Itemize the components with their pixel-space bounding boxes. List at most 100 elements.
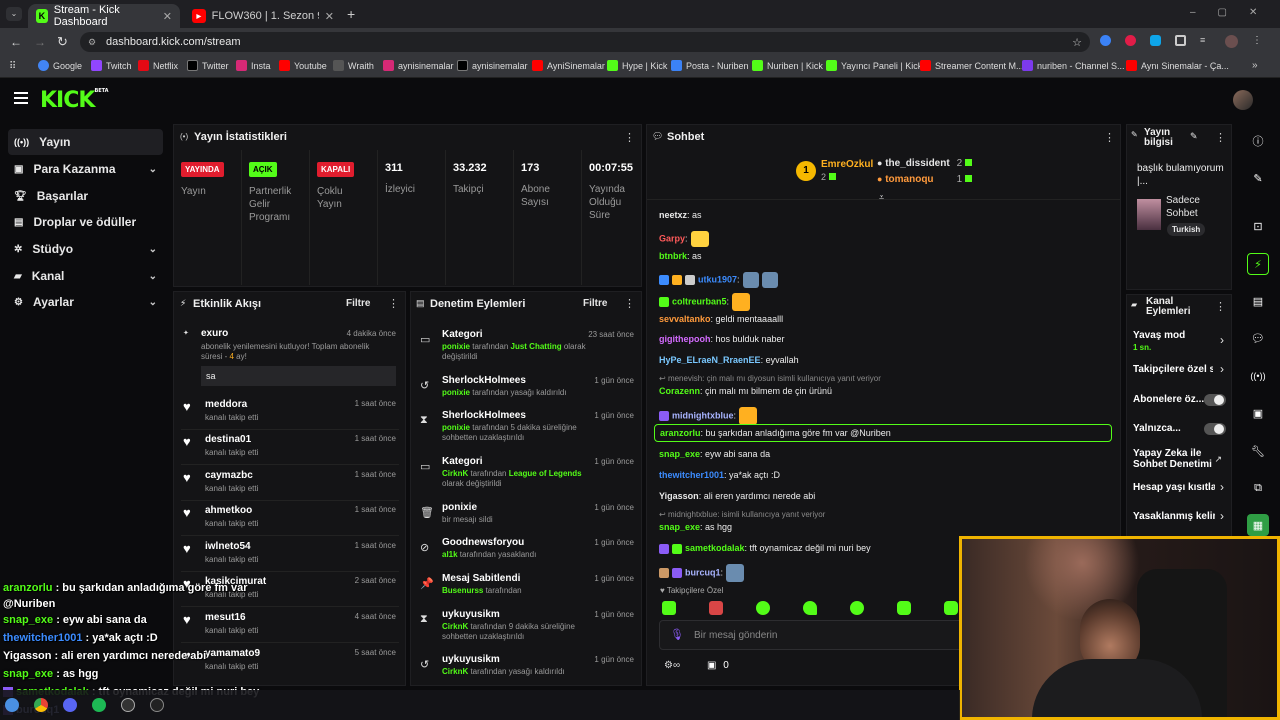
chat-message[interactable]: thewitcher1001: ya*ak açtı :D — [659, 470, 780, 480]
quick-action-lightning-icon[interactable]: ⚡︎ — [1247, 253, 1269, 275]
chat-username[interactable]: sametkodalak — [685, 543, 745, 553]
chat-message[interactable]: snap_exe: as hgg — [659, 522, 732, 532]
sidebar-item-ayarlar[interactable]: ⚙ Ayarlar ⌄ — [8, 289, 163, 315]
media-icon[interactable]: ≡ — [1200, 35, 1211, 46]
bookmark-star-icon[interactable]: ☆ — [1072, 36, 1082, 49]
banned-words-action[interactable]: Yasaklanmış kelin › — [1133, 509, 1228, 523]
bookmark-insta[interactable]: Insta — [236, 60, 271, 71]
sidebar-item-para-kazanma[interactable]: ▣ Para Kazanma ⌄ — [8, 156, 163, 182]
chat-message[interactable]: midnightxblue: — [659, 407, 758, 425]
channel-actions-menu-icon[interactable]: ⋮ — [1215, 300, 1226, 313]
forward-icon[interactable]: → — [34, 35, 46, 49]
edit-icon[interactable]: ✎ — [1247, 167, 1269, 189]
subscribers-only-action[interactable]: Abonelere öz... — [1133, 394, 1228, 406]
app-icon[interactable] — [150, 698, 164, 712]
chat-message[interactable]: utku1907: — [659, 272, 778, 288]
close-icon[interactable]: ✕ — [163, 10, 172, 23]
expand-leaderboard-icon[interactable]: ⩡ — [879, 192, 884, 203]
address-bar[interactable]: ⚙ dashboard.kick.com/stream ☆ — [80, 32, 1090, 52]
window-controls[interactable]: –▢✕ — [1190, 7, 1279, 18]
bookmark-yayinci-paneli[interactable]: Yayıncı Paneli | Kick — [826, 60, 922, 71]
bookmark-wraith[interactable]: Wraith — [333, 60, 374, 71]
chat-username[interactable]: burcuq1 — [685, 567, 721, 577]
new-tab-button[interactable]: + — [347, 6, 355, 22]
sidebar-item-kanal[interactable]: ▰ Kanal ⌄ — [8, 263, 163, 289]
tab-flow360[interactable]: ▶ FLOW360 | 1. Sezon 9. Bölüm | ✕ — [184, 4, 342, 28]
extension-icon[interactable] — [1150, 35, 1161, 46]
chat-message[interactable]: Garpy: — [659, 231, 709, 247]
bookmark-nuriben-channel[interactable]: nuriben - Channel S... — [1022, 60, 1125, 71]
chrome-icon[interactable] — [34, 698, 48, 712]
bookmark-aynisinemalar-insta[interactable]: aynisinemalar — [383, 60, 454, 71]
tools-icon[interactable]: 🔧︎ — [1247, 440, 1269, 462]
chat-message[interactable]: coltreurban5: — [659, 293, 751, 311]
chat-username[interactable]: neetxz — [659, 210, 687, 220]
bookmark-aynisinemalar-x[interactable]: aynisinemalar — [457, 60, 528, 71]
chat-message[interactable]: snap_exe: eyw abi sana da — [659, 449, 770, 459]
chat-username[interactable]: snap_exe — [659, 522, 700, 532]
emote-icon[interactable] — [662, 601, 676, 615]
emote-bar[interactable] — [662, 601, 958, 615]
activity-menu-icon[interactable]: ⋮ — [388, 297, 399, 310]
chat-username[interactable]: btnbrk — [659, 251, 687, 261]
reload-icon[interactable]: ↻ — [57, 34, 68, 50]
followers-only-action[interactable]: Takipçilere özel s › — [1133, 362, 1228, 376]
profile-avatar-icon[interactable] — [1225, 35, 1238, 48]
mod-filter-button[interactable]: Filtre — [583, 298, 607, 309]
discord-icon[interactable] — [63, 698, 77, 712]
overlay-icon[interactable]: ⧉ — [1247, 477, 1269, 499]
bookmark-twitch[interactable]: Twitch — [91, 60, 132, 71]
chat-icon[interactable]: 💬︎ — [1247, 327, 1269, 349]
chat-username[interactable]: aranzorlu — [660, 428, 701, 438]
bookmark-ayni-sinemalar[interactable]: Aynı Sinemalar - Ça... — [1126, 60, 1229, 71]
notes-icon[interactable]: ▤ — [1247, 290, 1269, 312]
bookmark-hype-kick[interactable]: Hype | Kick — [607, 60, 667, 71]
kick-logo[interactable]: KICKBETA — [40, 88, 109, 113]
tab-kick-dashboard[interactable]: K Stream - Kick Dashboard ✕ — [28, 4, 180, 28]
chat-username[interactable]: Garpy — [659, 233, 685, 243]
info-menu-icon[interactable]: ⋮ — [1215, 131, 1226, 144]
apps-grid-icon[interactable]: ⠿ — [9, 61, 16, 72]
bookmark-posta[interactable]: Posta - Nuriben — [671, 60, 749, 71]
extension-icons[interactable]: ≡ ⋮ — [1100, 35, 1262, 48]
bookmark-aynisinemalar-yt[interactable]: AyniSinemalar — [532, 60, 605, 71]
microphone-icon[interactable]: 🎙︎ — [670, 628, 684, 641]
sidebar-item-yayin[interactable]: ((•)) Yayın — [8, 129, 163, 155]
menu-kebab-icon[interactable]: ⋮ — [1252, 35, 1262, 48]
site-info-icon[interactable]: ⚙ — [88, 37, 96, 48]
emote-icon[interactable] — [709, 601, 723, 615]
chat-username[interactable]: HyPe_ELraeN_RraenEE — [659, 355, 761, 365]
bookmarks-overflow-icon[interactable]: » — [1252, 60, 1258, 71]
mod-menu-icon[interactable]: ⋮ — [624, 297, 635, 310]
sidebar-item-studyo[interactable]: ✲ Stüdyo ⌄ — [8, 236, 163, 262]
extension-icon[interactable] — [1100, 35, 1111, 46]
chat-message[interactable]: sevvaltanko: geldi mentaaaalll — [659, 314, 783, 324]
bookmark-nuriben-kick[interactable]: Nuriben | Kick — [752, 60, 823, 71]
chat-message[interactable]: aranzorlu: bu şarkıdan anladığıma göre f… — [654, 424, 1112, 442]
emote-icon[interactable] — [756, 601, 770, 615]
chat-username[interactable]: sevvaltanko — [659, 314, 711, 324]
chat-settings-icon[interactable]: ⚙︎∞ — [664, 660, 680, 671]
bookmark-twitter[interactable]: Twitter — [187, 60, 229, 71]
chat-username[interactable]: utku1907 — [698, 274, 737, 284]
tab-search-button[interactable]: ⌄ — [6, 7, 22, 21]
activity-filter-button[interactable]: Filtre — [346, 298, 370, 309]
close-icon[interactable]: ✕ — [325, 10, 334, 23]
chat-message[interactable]: neetxz: as — [659, 210, 702, 220]
layout-icon[interactable]: ▣ — [1247, 402, 1269, 424]
green-app-icon[interactable]: ▦ — [1247, 514, 1269, 536]
ai-moderation-action[interactable]: Yapay Zeka ile Sohbet Denetimi ↗ — [1133, 448, 1228, 470]
edit-info-icon[interactable]: ✎ — [1190, 131, 1198, 142]
user-avatar[interactable] — [1233, 90, 1253, 110]
bookmark-google[interactable]: Google — [38, 60, 82, 71]
hamburger-menu-icon[interactable] — [14, 92, 28, 104]
slow-mode-action[interactable]: Yavaş mod 1 sn. › — [1133, 330, 1228, 352]
emotes-only-toggle[interactable] — [1204, 423, 1226, 435]
chat-username[interactable]: Corazenn — [659, 386, 700, 396]
extension-icon[interactable] — [1125, 35, 1136, 46]
info-icon[interactable]: ⓘ — [1247, 130, 1269, 152]
back-icon[interactable]: ← — [10, 35, 22, 49]
emotes-only-action[interactable]: Yalnızca... — [1133, 423, 1228, 435]
chat-message[interactable]: sametkodalak: tft oynamicaz değil mi nur… — [659, 543, 871, 554]
chat-menu-icon[interactable]: ⋮ — [1104, 131, 1115, 144]
